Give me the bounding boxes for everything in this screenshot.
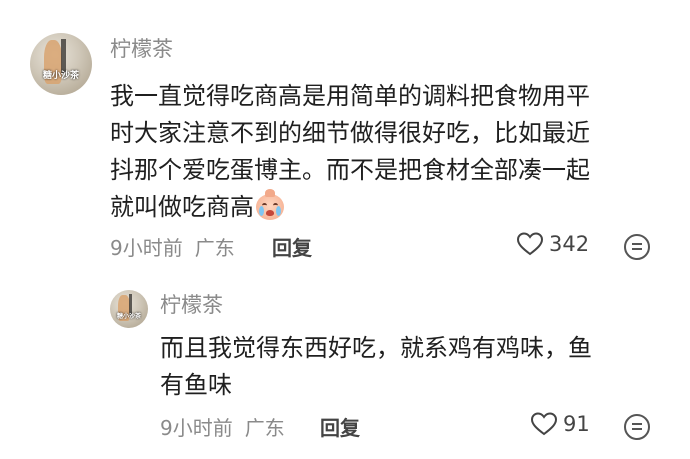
comment-text-line: 我一直觉得吃商高是用简单的调料把食物用平 (110, 82, 590, 110)
location: 广东 (244, 416, 285, 440)
heart-outline-icon (530, 412, 558, 436)
comment-meta: 9小时前 广东 (110, 232, 235, 261)
like-button[interactable]: 342 (516, 231, 589, 257)
reply-button[interactable]: 回复 (272, 232, 312, 261)
more-options-icon[interactable] (624, 414, 650, 440)
timestamp: 9小时前 (160, 416, 233, 440)
comment-text-line: 时大家注意不到的细节做得很好吃，比如最近 (110, 119, 590, 147)
avatar-caption: 糖小沙茶 (116, 312, 141, 320)
crying-face-emoji (256, 189, 284, 220)
reply-text: 而且我觉得东西好吃，就系鸡有鸡味，鱼 有鱼味 (160, 330, 660, 404)
reply-username[interactable]: 柠檬茶 (160, 289, 223, 319)
comment-text-line-last: 就叫做吃商高 (110, 189, 670, 226)
reply-meta: 9小时前 广东 (160, 412, 285, 441)
more-options-icon[interactable] (624, 234, 650, 260)
like-count: 342 (549, 232, 590, 256)
comment-text-line: 就叫做吃商高 (110, 193, 254, 221)
username[interactable]: 柠檬茶 (110, 33, 173, 63)
reply-button[interactable]: 回复 (320, 412, 360, 441)
comment-text-line: 抖那个爱吃蛋博主。而不是把食材全部凑一起 (110, 156, 590, 184)
like-count: 91 (563, 412, 590, 436)
like-button[interactable]: 91 (530, 411, 590, 437)
avatar[interactable]: 糖小沙茶 (30, 33, 92, 95)
comment-text: 我一直觉得吃商高是用简单的调料把食物用平 时大家注意不到的细节做得很好吃，比如最… (110, 78, 670, 226)
avatar-caption: 糖小沙茶 (42, 71, 79, 82)
heart-outline-icon (516, 232, 544, 256)
reply-text-line: 而且我觉得东西好吃，就系鸡有鸡味，鱼 (160, 334, 592, 362)
reply-avatar[interactable]: 糖小沙茶 (110, 290, 148, 328)
timestamp: 9小时前 (110, 236, 183, 260)
location: 广东 (194, 236, 235, 260)
reply-text-line: 有鱼味 (160, 371, 232, 399)
